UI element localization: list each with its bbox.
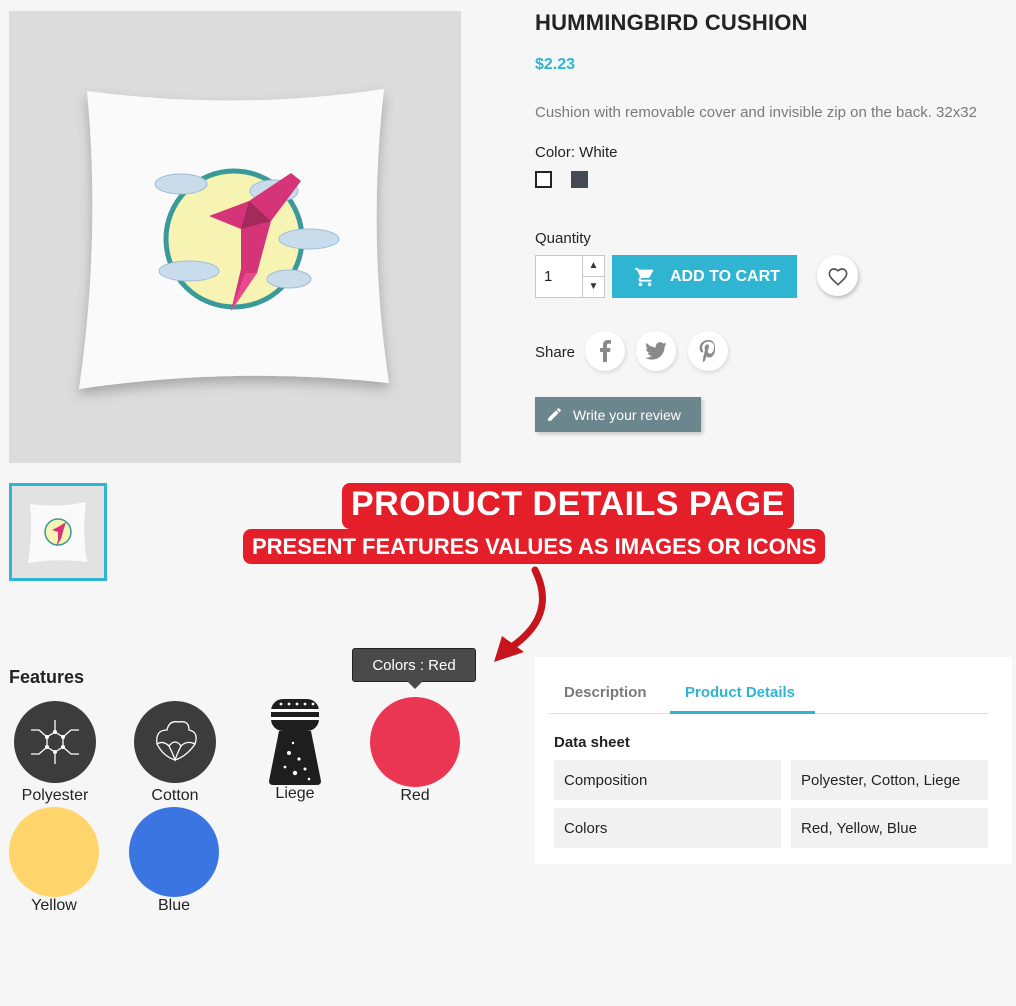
add-to-cart-button[interactable]: ADD TO CART <box>612 255 797 298</box>
feature-label: Polyester <box>21 787 89 804</box>
product-title: HUMMINGBIRD CUSHION <box>535 10 808 35</box>
tab-description[interactable]: Description <box>564 684 647 701</box>
feature-label: Blue <box>157 897 191 914</box>
data-sheet-title: Data sheet <box>554 734 630 751</box>
product-main-image[interactable] <box>9 11 461 463</box>
feature-polyester[interactable]: Polyester <box>5 701 105 805</box>
data-sheet-name: Colors <box>554 808 781 848</box>
twitter-icon <box>645 342 667 360</box>
shopping-cart-icon <box>634 267 654 286</box>
share-facebook-button[interactable] <box>585 331 625 371</box>
product-thumbnail[interactable] <box>9 483 107 581</box>
feature-label: Liege <box>275 785 315 802</box>
feature-label: Red <box>400 787 430 804</box>
color-swatch-dark-gray[interactable] <box>571 171 588 188</box>
tab-product-details[interactable]: Product Details <box>685 684 795 701</box>
chevron-down-icon: ▼ <box>588 281 599 292</box>
red-color-circle <box>370 697 460 787</box>
data-sheet-value: Red, Yellow, Blue <box>791 808 988 848</box>
quantity-label: Quantity <box>535 230 591 247</box>
feature-yellow[interactable]: Yellow <box>4 807 104 915</box>
wishlist-button[interactable] <box>817 255 858 296</box>
feature-blue[interactable]: Blue <box>124 807 224 915</box>
yellow-color-circle <box>9 807 99 897</box>
facebook-icon <box>600 340 611 362</box>
color-swatch-white[interactable] <box>535 171 552 188</box>
product-short-description: Cushion with removable cover and invisib… <box>535 104 977 121</box>
color-label: Color: White <box>535 144 618 161</box>
quantity-decrement-button[interactable]: ▼ <box>582 276 605 298</box>
feature-tooltip: Colors : Red <box>352 648 476 689</box>
write-review-label: Write your review <box>573 406 681 423</box>
share-label: Share <box>535 344 576 361</box>
feature-label: Yellow <box>31 897 77 914</box>
pencil-icon <box>548 408 561 421</box>
cushion-thumbnail-image <box>28 502 87 563</box>
cotton-icon <box>134 701 216 783</box>
share-twitter-button[interactable] <box>636 331 676 371</box>
blue-color-circle <box>129 807 219 897</box>
arrow-icon <box>494 566 546 662</box>
pinterest-icon <box>699 340 716 362</box>
share-pinterest-button[interactable] <box>688 331 728 371</box>
feature-liege[interactable]: Liege <box>245 697 345 803</box>
data-sheet-name: Composition <box>554 760 781 800</box>
liege-icon <box>265 697 325 787</box>
polyester-icon <box>14 701 96 783</box>
chevron-up-icon: ▲ <box>588 260 599 271</box>
heart-icon <box>828 267 847 286</box>
product-price: $2.23 <box>535 56 576 73</box>
quantity-input[interactable]: 1 <box>535 255 583 298</box>
write-review-button[interactable]: Write your review <box>535 397 701 432</box>
active-tab-indicator <box>670 711 815 714</box>
feature-red[interactable]: Red <box>365 697 465 805</box>
feature-cotton[interactable]: Cotton <box>125 701 225 805</box>
feature-label: Cotton <box>151 787 199 804</box>
data-sheet-value: Polyester, Cotton, Liege <box>791 760 988 800</box>
cushion-image <box>79 89 389 389</box>
promo-banner-title: PRODUCT DETAILS PAGE <box>342 483 794 529</box>
promo-banner-subtitle: PRESENT FEATURES VALUES AS IMAGES OR ICO… <box>243 529 826 564</box>
features-title: Features <box>9 667 85 687</box>
quantity-increment-button[interactable]: ▲ <box>582 255 605 277</box>
add-to-cart-label: ADD TO CART <box>670 267 780 285</box>
